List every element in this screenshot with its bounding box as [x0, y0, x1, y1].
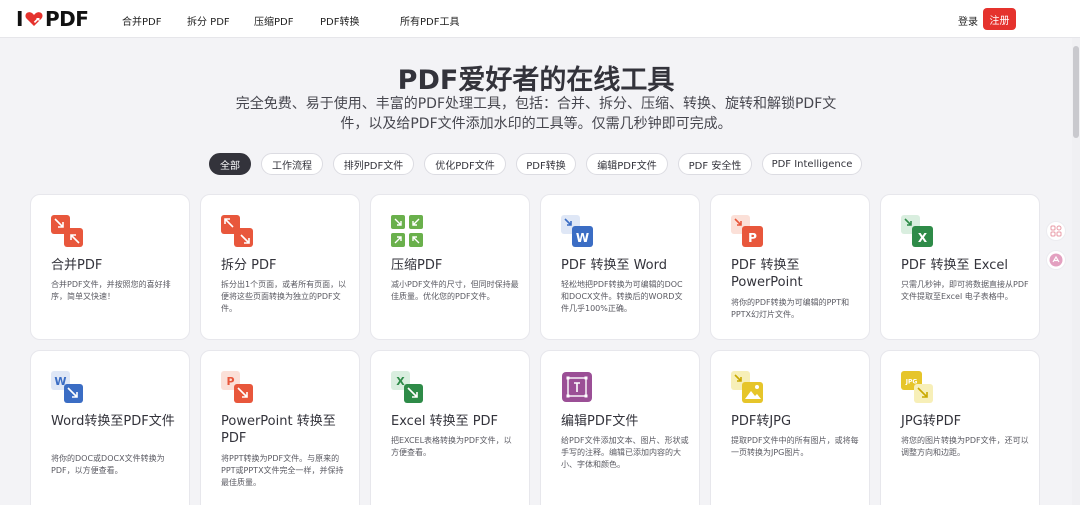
- excel-to-pdf-icon: X: [391, 371, 423, 403]
- svg-text:W: W: [576, 231, 589, 245]
- filter-convert-pdf[interactable]: PDF转换: [516, 153, 576, 175]
- filter-pdf-intelligence[interactable]: PDF Intelligence: [762, 153, 862, 175]
- pdf-to-jpg-icon: [731, 371, 763, 403]
- filter-organize-pdf[interactable]: 排列PDF文件: [333, 153, 414, 175]
- nav-compress-pdf[interactable]: 压缩PDF: [254, 13, 293, 28]
- tool-card-pdf-to-excel[interactable]: X PDF 转换至 Excel 只需几秒钟，即可将数据直接从PDF文件提取至Ex…: [880, 194, 1040, 340]
- merge-icon: [51, 215, 83, 247]
- tool-description: 将PPT转换为PDF文件。与原来的PPT或PPTX文件完全一样，并保持最佳质量。: [221, 454, 344, 487]
- nav-all-pdf-tools[interactable]: 所有PDF工具: [400, 13, 459, 28]
- word-to-pdf-icon: W: [51, 371, 83, 403]
- pdf-to-excel-icon: X: [901, 215, 933, 247]
- nav-split-pdf[interactable]: 拆分 PDF: [187, 13, 230, 28]
- svg-text:P: P: [748, 231, 757, 245]
- tool-title: 压缩PDF: [391, 258, 443, 273]
- tool-description: 给PDF文件添加文本、图片、形状或手写的注释。编辑已添加内容的大小、字体和颜色。: [561, 436, 689, 469]
- compress-icon: [391, 215, 423, 247]
- tool-card-powerpoint-to-pdf[interactable]: P PowerPoint 转换至 PDF 将PPT转换为PDF文件。与原来的PP…: [200, 350, 360, 505]
- filter-workflow[interactable]: 工作流程: [261, 153, 323, 175]
- svg-text:X: X: [918, 231, 928, 245]
- split-icon: [221, 215, 253, 247]
- powerpoint-to-pdf-icon: P: [221, 371, 253, 403]
- tool-title: 编辑PDF文件: [561, 414, 639, 429]
- assistant-icon: [1049, 253, 1063, 267]
- tool-title: 合并PDF: [51, 258, 103, 273]
- tool-description: 减小PDF文件的尺寸，但同时保持最佳质量。优化您的PDF文件。: [391, 280, 519, 301]
- heart-icon: [25, 12, 43, 26]
- tool-title: Word转换至PDF文件: [51, 414, 175, 429]
- tool-title: JPG转PDF: [901, 414, 962, 429]
- scrollbar-thumb[interactable]: [1073, 46, 1079, 138]
- filter-all[interactable]: 全部: [209, 153, 251, 175]
- tool-description: 将你的DOC或DOCX文件转换为PDF，以方便查看。: [51, 454, 165, 475]
- tool-card-word-to-pdf[interactable]: W Word转换至PDF文件 将你的DOC或DOCX文件转换为PDF，以方便查看…: [30, 350, 190, 505]
- floating-apps-button[interactable]: [1046, 221, 1066, 241]
- tool-card-merge-pdf[interactable]: 合并PDF 合并PDF文件，并按照您的喜好排序，简单又快速！: [30, 194, 190, 340]
- tool-description: 提取PDF文件中的所有图片，或将每一页转换为JPG图片。: [731, 436, 859, 457]
- filter-pdf-security[interactable]: PDF 安全性: [678, 153, 752, 175]
- floating-assistant-button[interactable]: [1046, 250, 1066, 270]
- tool-title: PDF 转换至 Excel: [901, 258, 1009, 273]
- logo-text: PDF: [44, 7, 89, 31]
- tool-description: 轻松地把PDF转换为可编辑的DOC和DOCX文件。转换后的WORD文件几乎100…: [561, 280, 683, 313]
- nav-merge-pdf[interactable]: 合并PDF: [122, 13, 161, 28]
- tool-card-pdf-to-jpg[interactable]: PDF转JPG 提取PDF文件中的所有图片，或将每一页转换为JPG图片。: [710, 350, 870, 505]
- tool-title: PDF 转换至 PowerPoint: [731, 258, 803, 290]
- logo-letter-i: I: [16, 7, 23, 31]
- tool-description: 只需几秒钟，即可将数据直接从PDF文件提取至Excel 电子表格中。: [901, 280, 1029, 301]
- page-title: PDF爱好者的在线工具: [397, 65, 675, 96]
- tool-title: 拆分 PDF: [221, 258, 277, 273]
- filter-edit-pdf[interactable]: 编辑PDF文件: [586, 153, 668, 175]
- filter-optimize-pdf[interactable]: 优化PDF文件: [424, 153, 506, 175]
- page-scrollbar[interactable]: [1072, 38, 1080, 505]
- tool-title: PDF 转换至 Word: [561, 258, 668, 273]
- pdf-to-word-icon: W: [561, 215, 593, 247]
- login-link[interactable]: 登录: [958, 13, 978, 28]
- signup-button[interactable]: 注册: [983, 8, 1016, 30]
- tool-card-compress-pdf[interactable]: 压缩PDF 减小PDF文件的尺寸，但同时保持最佳质量。优化您的PDF文件。: [370, 194, 530, 340]
- tool-title: PDF转JPG: [731, 414, 792, 429]
- tool-description: 拆分出1个页面，或者所有页面，以便将这些页面转换为独立的PDF文件。: [221, 280, 347, 313]
- logo[interactable]: I PDF: [16, 7, 89, 31]
- tool-title: PowerPoint 转换至 PDF: [221, 414, 336, 446]
- edit-pdf-icon: [562, 372, 592, 402]
- tool-description: 将你的PDF转换为可编辑的PPT和PPTX幻灯片文件。: [731, 298, 850, 319]
- tool-description: 将您的图片转换为PDF文件，还可以调整方向和边距。: [901, 436, 1029, 457]
- tool-title: Excel 转换至 PDF: [391, 414, 499, 429]
- jpg-to-pdf-icon: JPG: [901, 371, 933, 403]
- tool-description: 合并PDF文件，并按照您的喜好排序，简单又快速！: [51, 280, 171, 301]
- page-subtitle: 完全免费、易于使用、丰富的PDF处理工具，包括：合并、拆分、压缩、转换、旋转和解…: [235, 96, 837, 132]
- tool-card-pdf-to-word[interactable]: W PDF 转换至 Word 轻松地把PDF转换为可编辑的DOC和DOCX文件。…: [540, 194, 700, 340]
- tool-card-pdf-to-powerpoint[interactable]: P PDF 转换至 PowerPoint 将你的PDF转换为可编辑的PPT和PP…: [710, 194, 870, 340]
- tool-card-split-pdf[interactable]: 拆分 PDF 拆分出1个页面，或者所有页面，以便将这些页面转换为独立的PDF文件…: [200, 194, 360, 340]
- tool-card-edit-pdf[interactable]: 编辑PDF文件 给PDF文件添加文本、图片、形状或手写的注释。编辑已添加内容的大…: [540, 350, 700, 505]
- svg-text:X: X: [396, 375, 405, 388]
- tool-card-excel-to-pdf[interactable]: X Excel 转换至 PDF 把EXCEL表格转换为PDF文件，以方便查看。: [370, 350, 530, 505]
- tool-card-jpg-to-pdf[interactable]: JPG JPG转PDF 将您的图片转换为PDF文件，还可以调整方向和边距。: [880, 350, 1040, 505]
- pdf-to-powerpoint-icon: P: [731, 215, 763, 247]
- top-navigation-bar: I PDF 合并PDF 拆分 PDF 压缩PDF PDF转换 所有PDF工具 登…: [0, 0, 1080, 38]
- nav-convert-pdf[interactable]: PDF转换: [320, 13, 359, 28]
- svg-text:P: P: [226, 375, 234, 388]
- category-filter: 全部 工作流程 排列PDF文件 优化PDF文件 PDF转换 编辑PDF文件 PD…: [0, 153, 1072, 175]
- apps-icon: [1050, 225, 1062, 237]
- tool-description: 把EXCEL表格转换为PDF文件，以方便查看。: [391, 436, 512, 457]
